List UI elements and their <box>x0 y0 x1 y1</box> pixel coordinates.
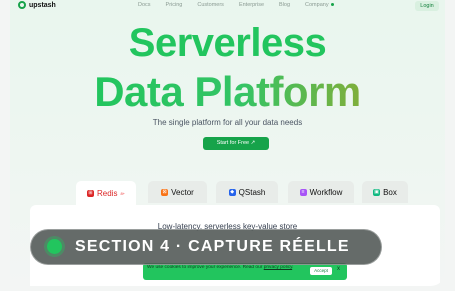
tab-qstash[interactable]: ◆ QStash <box>216 181 278 203</box>
workflow-icon: ≡ <box>299 188 307 196</box>
screenshot-frame: upstash Docs Pricing Customers Enterpris… <box>0 0 455 291</box>
privacy-policy-link[interactable]: privacy policy <box>264 265 292 270</box>
start-for-free-button[interactable]: Start for Free ↗ <box>203 137 269 150</box>
tab-vector-label: Vector <box>171 187 194 197</box>
tab-workflow-label: Workflow <box>309 187 343 197</box>
chevron-down-icon <box>330 3 334 7</box>
cookie-message: We use cookies to improve your experienc… <box>147 265 263 270</box>
hero-title-line2-text: Data Platform <box>94 68 361 115</box>
close-cookie-button[interactable]: x <box>337 266 340 272</box>
nav-link-company-label: Company <box>305 2 329 8</box>
nav-link-enterprise[interactable]: Enterprise <box>239 2 264 8</box>
nav-links: Docs Pricing Customers Enterprise Blog C… <box>138 2 334 8</box>
logo[interactable]: upstash <box>18 1 56 9</box>
hero-title-line1: Serverless <box>128 21 327 65</box>
nav-link-company[interactable]: Company <box>305 2 334 8</box>
status-dot-icon <box>47 239 62 254</box>
tab-redis[interactable]: ⊞ Redis 8+ <box>76 181 136 205</box>
nav-link-docs[interactable]: Docs <box>138 2 151 8</box>
tab-vector[interactable]: ⊠ Vector <box>148 181 207 203</box>
top-nav: upstash Docs Pricing Customers Enterpris… <box>10 0 445 14</box>
tab-redis-label: Redis <box>96 188 118 198</box>
nav-link-customers[interactable]: Customers <box>197 2 224 8</box>
vector-icon: ⊠ <box>161 188 169 196</box>
nav-link-blog[interactable]: Blog <box>279 2 290 8</box>
section-caption-text: SECTION 4 · CAPTURE RÉELLE <box>75 238 350 255</box>
tab-box[interactable]: ▣ Box <box>362 181 408 203</box>
accept-cookies-button[interactable]: Accept <box>310 267 332 275</box>
section-caption-overlay: SECTION 4 · CAPTURE RÉELLE <box>30 229 382 265</box>
cookie-text: We use cookies to improve your experienc… <box>147 265 294 270</box>
tab-box-label: Box <box>383 187 397 197</box>
upstash-logo-icon <box>18 1 26 9</box>
hero-subtitle: The single platform for all your data ne… <box>152 118 303 127</box>
login-button[interactable]: Login <box>415 1 439 11</box>
tab-qstash-label: QStash <box>238 187 266 197</box>
tab-workflow[interactable]: ≡ Workflow <box>288 181 354 203</box>
redis-icon: ⊞ <box>86 189 94 197</box>
cookie-banner: We use cookies to improve your experienc… <box>143 263 347 280</box>
box-icon: ▣ <box>373 188 381 196</box>
nav-link-pricing[interactable]: Pricing <box>166 2 183 8</box>
logo-text: upstash <box>29 1 56 9</box>
qstash-icon: ◆ <box>228 188 236 196</box>
tab-redis-badge: 8+ <box>120 190 125 196</box>
hero-title-line2: Data Platform <box>10 70 445 114</box>
